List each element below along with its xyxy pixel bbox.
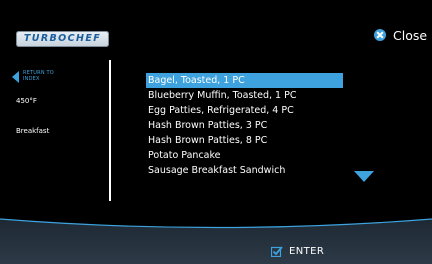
menu-category: Breakfast <box>16 127 50 135</box>
recipe-item[interactable]: Hash Brown Patties, 3 PC <box>146 118 343 133</box>
recipe-item[interactable]: Sausage Breakfast Sandwich <box>146 163 343 178</box>
panel-divider <box>109 60 111 201</box>
return-to-index-button[interactable]: RETURN TO INDEX <box>12 70 63 83</box>
turbochef-logo: TURBOCHEF <box>16 31 109 47</box>
bottom-bar <box>0 218 432 264</box>
enter-label: ENTER <box>289 246 325 257</box>
oven-temperature: 450°F <box>16 97 37 105</box>
oven-screen: TURBOCHEF Close RETURN TO INDEX 450°F Br… <box>0 0 432 264</box>
recipe-item[interactable]: Blueberry Muffin, Toasted, 1 PC <box>146 88 343 103</box>
close-label: Close <box>393 27 428 43</box>
recipe-item[interactable]: Egg Patties, Refrigerated, 4 PC <box>146 103 343 118</box>
enter-button[interactable]: ENTER <box>271 246 324 257</box>
close-button[interactable]: Close <box>374 27 427 43</box>
recipe-item[interactable]: Hash Brown Patties, 8 PC <box>146 133 343 148</box>
recipe-item-selected[interactable]: Bagel, Toasted, 1 PC <box>146 73 343 88</box>
recipe-list: Bagel, Toasted, 1 PC Blueberry Muffin, T… <box>146 73 343 178</box>
return-to-index-label: RETURN TO INDEX <box>23 70 54 82</box>
scroll-down-arrow-icon[interactable] <box>354 171 374 182</box>
close-icon[interactable] <box>374 29 386 41</box>
checkbox-check-icon <box>271 246 283 257</box>
recipe-item[interactable]: Potato Pancake <box>146 148 343 163</box>
logo-text: TURBOCHEF <box>23 33 102 44</box>
back-arrow-icon <box>12 71 19 83</box>
